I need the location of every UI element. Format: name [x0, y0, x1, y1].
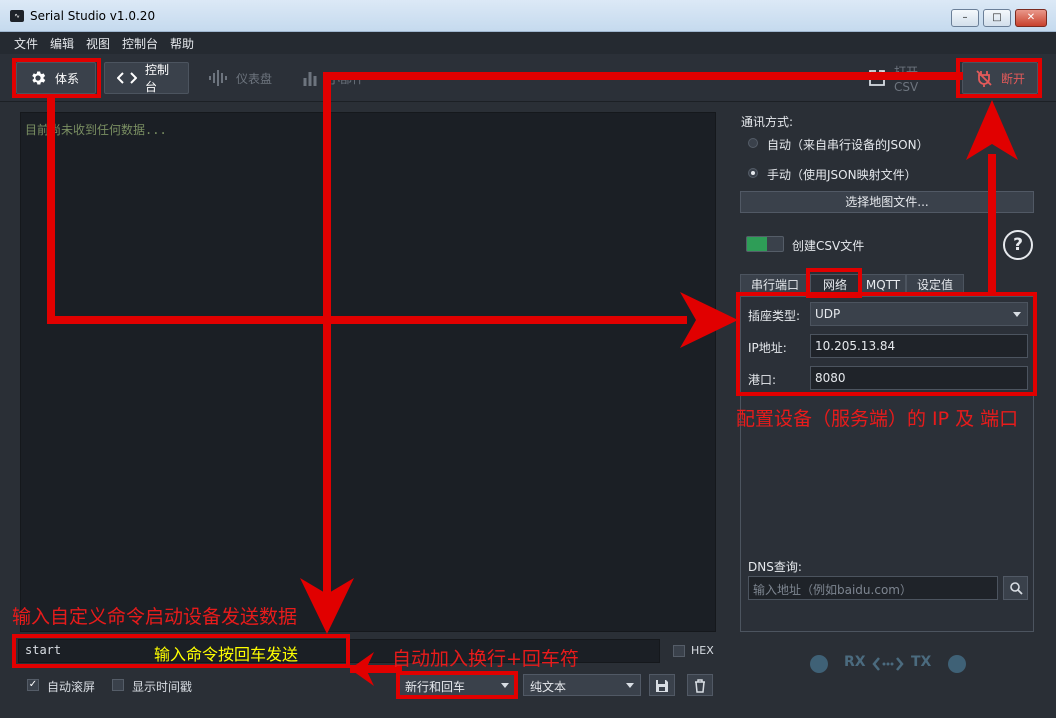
autoscroll-checkbox[interactable]: ✓ [27, 679, 39, 691]
toolbar: 体系 控制台 仪表盘 小部件 打开CSV 断开 [0, 54, 1056, 102]
transfer-arrows-icon [872, 657, 904, 671]
chevron-down-icon [626, 683, 634, 688]
toggle-knob [747, 237, 767, 251]
annotation-config-device: 配置设备（服务端）的 IP 及 端口 [736, 408, 1019, 430]
tab-network[interactable]: 网络 [810, 274, 860, 296]
hex-label: HEX [691, 644, 714, 657]
disconnect-button[interactable]: 断开 [962, 62, 1038, 94]
annotation-auto-newline: 自动加入换行+回车符 [392, 648, 579, 670]
menu-help[interactable]: 帮助 [170, 35, 194, 52]
help-icon[interactable]: ? [1003, 230, 1033, 260]
open-csv-button[interactable]: 打开CSV [856, 62, 952, 94]
trash-icon [695, 679, 705, 693]
title-bar: ∿ Serial Studio v1.0.20 – □ ✕ [0, 0, 1056, 32]
mode-auto-label: 自动（来自串行设备的JSON） [767, 138, 929, 152]
socket-type-select[interactable]: UDP [810, 302, 1028, 326]
arrow-head-down-icon [300, 578, 354, 634]
mode-auto-radio[interactable] [748, 138, 758, 148]
rx-indicator [810, 655, 828, 673]
dns-lookup-button[interactable] [1003, 576, 1028, 600]
code-icon [117, 72, 137, 84]
timestamp-label: 显示时间戳 [132, 680, 193, 694]
tx-indicator [948, 655, 966, 673]
mode-manual-radio[interactable] [748, 168, 758, 178]
dashboard-button[interactable]: 仪表盘 [196, 62, 286, 94]
menu-edit[interactable]: 编辑 [50, 35, 74, 52]
console-output[interactable]: 目前尚未收到任何数据... [20, 112, 716, 632]
line-ending-value: 新行和回车 [405, 680, 466, 694]
dns-input[interactable]: 输入地址（例如baidu.com） [748, 576, 998, 600]
menu-bar: 文件 编辑 视图 控制台 帮助 [0, 32, 1056, 54]
widgets-button[interactable]: 小部件 [290, 62, 380, 94]
socket-type-value: UDP [815, 307, 841, 321]
search-icon [1009, 582, 1023, 595]
menu-view[interactable]: 视图 [86, 35, 110, 52]
save-log-button[interactable] [649, 674, 675, 696]
console-label: 控制台 [145, 63, 170, 94]
menu-file[interactable]: 文件 [14, 35, 38, 52]
ip-address-field[interactable]: 10.205.13.84 [810, 334, 1028, 358]
tab-settings[interactable]: 设定值 [906, 274, 964, 296]
arrow-line-up [988, 154, 996, 294]
csv-toggle[interactable] [746, 236, 784, 252]
tx-label: TX [911, 654, 932, 670]
setup-label: 体系 [55, 71, 80, 86]
disconnect-label: 断开 [1001, 71, 1026, 86]
console-button[interactable]: 控制台 [104, 62, 189, 94]
app-icon: ∿ [10, 10, 24, 22]
autoscroll-label: 自动滚屏 [47, 680, 96, 694]
bar-chart-icon [303, 72, 317, 86]
waveform-icon [209, 70, 227, 86]
close-button[interactable]: ✕ [1015, 9, 1047, 27]
chevron-down-icon [1013, 312, 1021, 317]
port-label: 港口: [748, 373, 777, 387]
display-mode-value: 纯文本 [530, 680, 567, 694]
dashboard-label: 仪表盘 [236, 71, 273, 86]
window-title: Serial Studio v1.0.20 [30, 9, 156, 23]
setup-button[interactable]: 体系 [16, 62, 96, 94]
dns-label: DNS查询: [748, 560, 802, 574]
mode-manual-label: 手动（使用JSON映射文件） [767, 168, 917, 182]
clear-console-button[interactable] [687, 674, 713, 696]
timestamp-checkbox[interactable] [112, 679, 124, 691]
hex-checkbox[interactable] [673, 645, 685, 657]
gear-icon [32, 71, 46, 85]
external-link-icon [869, 70, 885, 86]
tab-mqtt[interactable]: MQTT [860, 274, 906, 296]
maximize-button[interactable]: □ [983, 9, 1011, 27]
unplug-icon [976, 70, 992, 87]
rx-label: RX [844, 654, 866, 670]
comm-mode-label: 通讯方式: [741, 115, 794, 129]
ip-label: IP地址: [748, 341, 787, 355]
chevron-down-icon [501, 683, 509, 688]
arrow-head-up-icon [966, 100, 1018, 160]
annotation-input-custom: 输入自定义命令启动设备发送数据 [12, 606, 298, 628]
socket-type-label: 插座类型: [748, 309, 801, 323]
csv-toggle-label: 创建CSV文件 [792, 239, 865, 253]
tab-serial[interactable]: 串行端口 [740, 274, 810, 296]
console-empty-text: 目前尚未收到任何数据... [25, 123, 167, 137]
save-icon [656, 680, 668, 692]
open-csv-label: 打开CSV [894, 64, 919, 94]
display-mode-select[interactable]: 纯文本 [523, 674, 641, 696]
line-ending-select[interactable]: 新行和回车 [398, 674, 516, 696]
widgets-label: 小部件 [328, 71, 365, 86]
menu-console[interactable]: 控制台 [122, 35, 158, 52]
annotation-press-enter: 输入命令按回车发送 [154, 645, 299, 664]
minimize-button[interactable]: – [951, 9, 979, 27]
arrow-head-right-icon [680, 292, 738, 348]
select-map-file-button[interactable]: 选择地图文件... [740, 191, 1034, 213]
port-field[interactable]: 8080 [810, 366, 1028, 390]
